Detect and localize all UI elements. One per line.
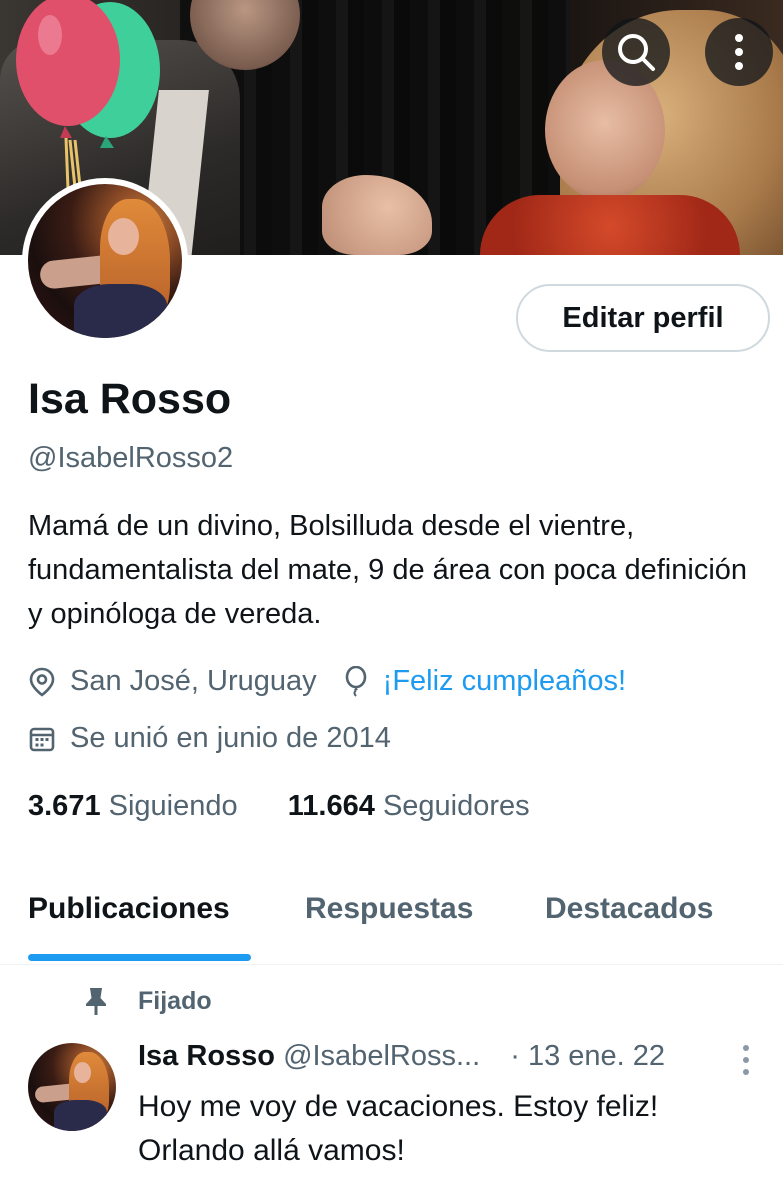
pin-icon	[86, 988, 106, 1015]
post-avatar-photo	[28, 1043, 116, 1131]
followers-count: 11.664	[287, 790, 375, 822]
profile-location: San José, Uruguay	[70, 665, 317, 697]
following-label: Siguiendo	[108, 790, 238, 822]
post-more-button[interactable]	[740, 1044, 752, 1081]
tab-destacados[interactable]: Destacados	[545, 892, 713, 926]
profile-joined-row: Se unió en junio de 2014	[28, 722, 391, 755]
profile-meta-row: San José, Uruguay ¡Feliz cumpleaños!	[28, 665, 626, 698]
edit-profile-button[interactable]: Editar perfil	[516, 284, 770, 352]
avatar-face	[108, 217, 139, 255]
profile-tabs: Publicaciones Respuestas Destacados	[0, 868, 783, 965]
more-options-button[interactable]	[705, 18, 773, 86]
profile-joined-date: Se unió en junio de 2014	[70, 722, 391, 754]
following-link[interactable]: 3.671 Siguiendo	[28, 790, 238, 822]
more-vertical-icon	[743, 1045, 749, 1075]
profile-bio: Mamá de un divino, Bolsilluda desde el v…	[28, 510, 748, 630]
post-header: Isa Rosso @IsabelRoss... · 13 ene. 22	[138, 1040, 665, 1073]
active-tab-indicator	[28, 954, 251, 961]
more-vertical-icon	[735, 34, 743, 70]
profile-display-name: Isa Rosso	[28, 375, 232, 423]
post-date[interactable]: · 13 ene. 22	[510, 1040, 665, 1072]
banner-woman-dress	[480, 195, 740, 255]
following-count: 3.671	[28, 790, 101, 822]
balloon-icon	[345, 665, 366, 697]
followers-link[interactable]: 11.664 Seguidores	[288, 790, 530, 822]
tab-publicaciones[interactable]: Publicaciones	[28, 892, 230, 926]
followers-label: Seguidores	[382, 790, 530, 822]
pinned-indicator: Fijado	[82, 985, 212, 1017]
avatar-shirt	[74, 284, 167, 338]
post-author-handle[interactable]: @IsabelRoss...	[283, 1040, 480, 1072]
location-pin-icon	[29, 667, 55, 697]
avatar-photo	[28, 184, 182, 338]
profile-handle: @IsabelRosso2	[28, 442, 234, 474]
profile-avatar[interactable]	[22, 178, 188, 344]
tab-respuestas[interactable]: Respuestas	[305, 892, 473, 926]
post-author-name[interactable]: Isa Rosso	[138, 1040, 275, 1072]
follow-stats: 3.671 Siguiendo 11.664 Seguidores	[28, 790, 530, 823]
post-avatar-shirt	[54, 1100, 108, 1131]
calendar-icon	[29, 727, 55, 751]
post-text[interactable]: Hoy me voy de vacaciones. Estoy feliz! O…	[138, 1085, 758, 1173]
pinned-label: Fijado	[138, 986, 212, 1015]
post-author-avatar[interactable]	[28, 1043, 116, 1131]
search-icon	[618, 34, 655, 71]
search-button[interactable]	[602, 18, 670, 86]
birthday-link[interactable]: ¡Feliz cumpleaños!	[383, 665, 626, 698]
